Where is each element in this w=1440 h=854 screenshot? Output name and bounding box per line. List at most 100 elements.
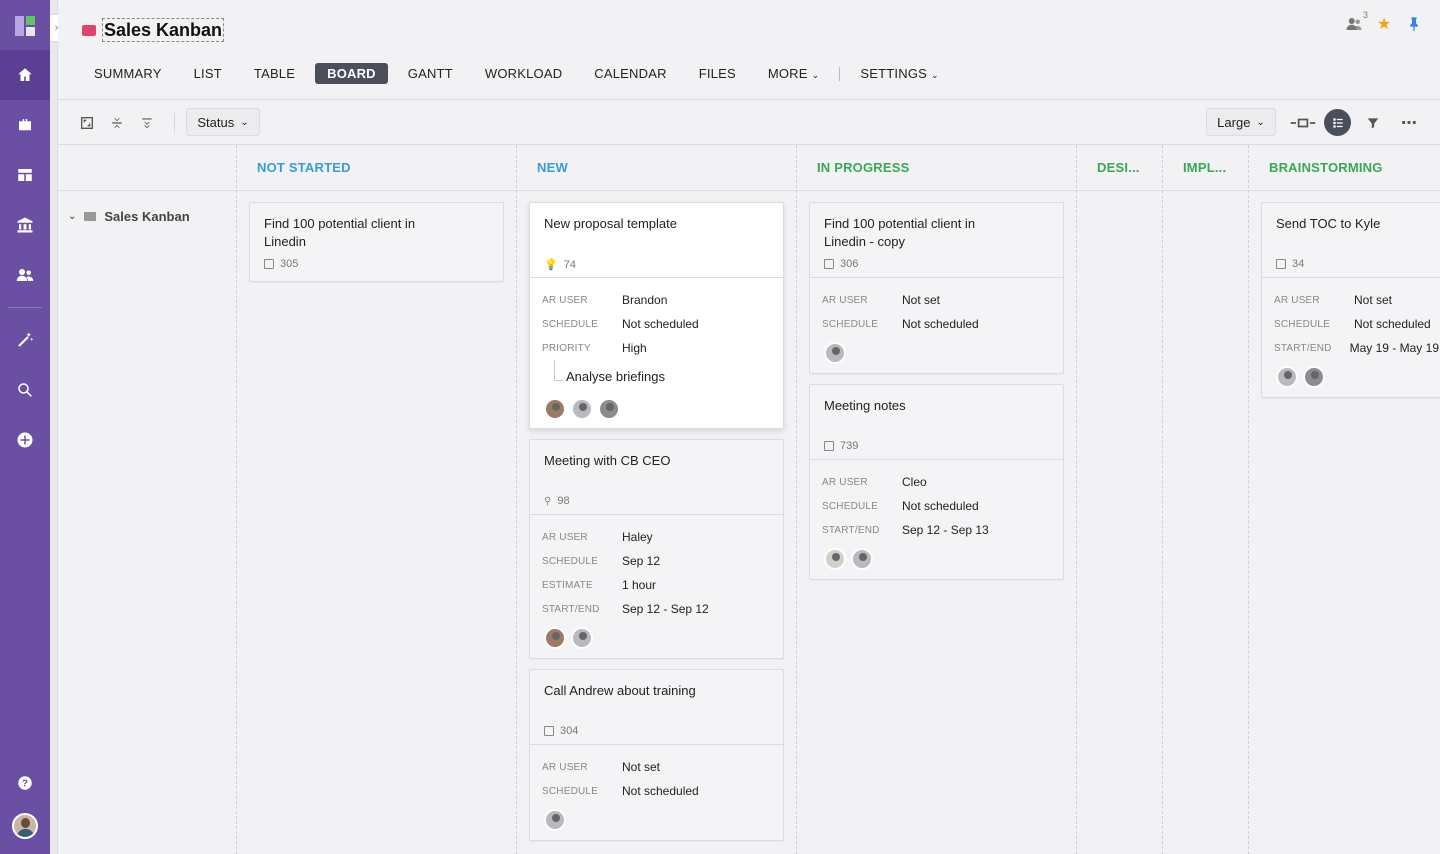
card-properties: AR USER Not set SCHEDULE Not scheduled xyxy=(530,744,783,841)
prop-schedule[interactable]: Not scheduled xyxy=(902,317,979,331)
card-properties: AR USER Brandon SCHEDULE Not scheduled PRI… xyxy=(530,277,783,430)
avatar[interactable] xyxy=(1276,366,1298,388)
prop-schedule[interactable]: Not scheduled xyxy=(1354,317,1431,331)
list-view-toggle-icon[interactable] xyxy=(1324,109,1351,136)
prop-start-end[interactable]: May 19 - May 19 xyxy=(1350,341,1439,355)
tab-calendar[interactable]: CALENDAR xyxy=(582,63,678,84)
column-title: DESI... xyxy=(1077,145,1162,191)
briefcase-icon[interactable] xyxy=(0,100,50,150)
tree-item-sales-kanban[interactable]: ⌄ Sales Kanban xyxy=(68,209,190,224)
swimlane-icon[interactable] xyxy=(1290,114,1316,132)
dashboard-icon[interactable] xyxy=(0,150,50,200)
prop-priority[interactable]: High xyxy=(622,341,647,355)
board-toolbar: Status ⌄ Large ⌄ ⋯ xyxy=(58,100,1440,145)
prop-label: START/END xyxy=(542,603,600,615)
chevron-down-icon[interactable]: ⌄ xyxy=(68,211,76,222)
card-id: 74 xyxy=(563,258,576,271)
task-card[interactable]: Send TOC to Kyle 34 AR USER Not set SCHED… xyxy=(1261,202,1440,398)
prop-start-end[interactable]: Sep 12 - Sep 13 xyxy=(902,523,989,537)
card-size-dropdown[interactable]: Large ⌄ xyxy=(1206,108,1276,136)
card-title: Meeting with CB CEO xyxy=(544,453,671,468)
column-title: NOT STARTED xyxy=(237,145,516,191)
app-logo-icon[interactable] xyxy=(15,16,37,36)
tab-workload[interactable]: WORKLOAD xyxy=(473,63,574,84)
prop-ar-user[interactable]: Brandon xyxy=(622,293,667,307)
avatar[interactable] xyxy=(851,548,873,570)
filter-icon[interactable] xyxy=(1364,114,1382,132)
fullscreen-icon[interactable] xyxy=(78,114,96,132)
avatar[interactable] xyxy=(544,627,566,649)
more-options-icon[interactable]: ⋯ xyxy=(1400,114,1418,132)
tree-column-header xyxy=(58,145,236,191)
collapse-all-icon[interactable] xyxy=(108,114,126,132)
task-card[interactable]: New proposal template 💡 74 AR USER Brandon… xyxy=(529,202,784,429)
card-properties: AR USER Not set SCHEDULE Not scheduled STA… xyxy=(1262,277,1440,398)
avatar[interactable] xyxy=(598,398,620,420)
group-by-dropdown[interactable]: Status ⌄ xyxy=(186,108,260,136)
tab-gantt[interactable]: GANTT xyxy=(396,63,465,84)
task-card[interactable]: Call Andrew about training 304 AR USER No… xyxy=(529,669,784,841)
prop-schedule[interactable]: Sep 12 xyxy=(622,554,660,568)
card-title: Meeting notes xyxy=(824,398,906,413)
prop-ar-user[interactable]: Not set xyxy=(902,293,940,307)
location-pin-icon: ⚲ xyxy=(544,495,552,507)
assignee-avatars xyxy=(542,627,771,649)
prop-estimate[interactable]: 1 hour xyxy=(622,578,656,592)
task-card[interactable]: Find 100 potential client in Linedin 305 xyxy=(249,202,504,282)
task-card[interactable]: Meeting with CB CEO ⚲ 98 AR USER Haley SCH… xyxy=(529,439,784,659)
avatar[interactable] xyxy=(824,548,846,570)
prop-label: SCHEDULE xyxy=(1274,318,1331,330)
prop-ar-user[interactable]: Not set xyxy=(622,760,660,774)
avatar[interactable] xyxy=(571,627,593,649)
avatar[interactable] xyxy=(544,809,566,831)
tab-settings[interactable]: SETTINGS ⌄ xyxy=(848,63,950,84)
tab-summary[interactable]: SUMMARY xyxy=(82,63,174,84)
task-card[interactable]: Meeting notes 739 AR USER Cleo SCHEDULE No… xyxy=(809,384,1064,580)
prop-schedule[interactable]: Not scheduled xyxy=(622,317,699,331)
avatar[interactable] xyxy=(571,398,593,420)
tab-more[interactable]: MORE ⌄ xyxy=(756,63,832,84)
prop-ar-user[interactable]: Haley xyxy=(622,530,653,544)
users-icon[interactable]: 3 xyxy=(1344,10,1368,34)
prop-label: AR USER xyxy=(1274,294,1320,306)
search-icon[interactable] xyxy=(0,365,50,415)
chevron-down-icon: ⌄ xyxy=(811,70,820,80)
column-title: IN PROGRESS xyxy=(797,145,1076,191)
calendar-icon xyxy=(824,441,834,451)
pin-icon[interactable] xyxy=(1404,14,1424,34)
card-id: 98 xyxy=(557,495,570,507)
tab-list[interactable]: LIST xyxy=(182,63,234,84)
prop-label: AR USER xyxy=(542,761,588,773)
prop-label: START/END xyxy=(822,524,880,536)
avatar[interactable] xyxy=(544,398,566,420)
prop-ar-user[interactable]: Cleo xyxy=(902,475,927,489)
card-id: 739 xyxy=(840,440,859,452)
home-icon[interactable] xyxy=(0,50,50,100)
kanban-board: ⌄ Sales Kanban NOT STARTED Find 100 pote… xyxy=(58,145,1440,854)
add-circle-icon[interactable] xyxy=(0,415,50,465)
subtask-label: Analyse briefings xyxy=(566,368,665,384)
tab-files[interactable]: FILES xyxy=(687,63,748,84)
prop-schedule[interactable]: Not scheduled xyxy=(902,499,979,513)
tab-table[interactable]: TABLE xyxy=(242,63,307,84)
prop-ar-user[interactable]: Not set xyxy=(1354,293,1392,307)
prop-label: ESTIMATE xyxy=(542,579,593,591)
avatar[interactable] xyxy=(824,342,846,364)
assignee-avatars xyxy=(542,398,771,420)
star-icon[interactable]: ★ xyxy=(1374,14,1394,34)
expand-all-icon[interactable] xyxy=(138,114,156,132)
calendar-icon xyxy=(264,259,274,269)
user-avatar[interactable] xyxy=(0,801,50,851)
avatar[interactable] xyxy=(1303,366,1325,388)
tab-board[interactable]: BOARD xyxy=(315,63,388,84)
project-title[interactable]: Sales Kanban xyxy=(102,18,225,42)
bank-icon[interactable] xyxy=(0,200,50,250)
prop-label: AR USER xyxy=(822,294,868,306)
magic-wand-icon[interactable] xyxy=(0,315,50,365)
team-icon[interactable] xyxy=(0,250,50,300)
card-meta: 💡 74 xyxy=(544,258,576,272)
task-card[interactable]: Find 100 potential client in Linedin - c… xyxy=(809,202,1064,374)
prop-start-end[interactable]: Sep 12 - Sep 12 xyxy=(622,602,709,616)
subtask-item[interactable]: Analyse briefings xyxy=(542,360,771,392)
prop-schedule[interactable]: Not scheduled xyxy=(622,784,699,798)
